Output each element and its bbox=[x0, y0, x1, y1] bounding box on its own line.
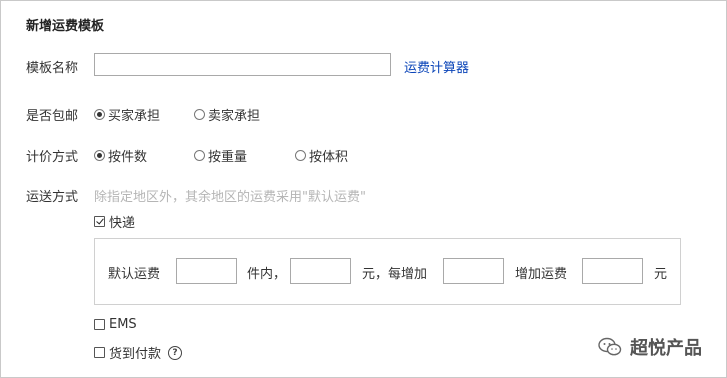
yuan-label: 元 bbox=[654, 267, 668, 282]
shipping-paid-label: 是否包邮 bbox=[26, 109, 79, 124]
express-label: 快递 bbox=[109, 216, 136, 231]
radio-by-volume[interactable]: 按体积 bbox=[295, 146, 348, 165]
yuan-each-add-label: 元，每增加 bbox=[362, 267, 428, 282]
cod-checkbox[interactable] bbox=[94, 347, 105, 358]
add-fee-label: 增加运费 bbox=[515, 267, 568, 282]
radio-button-selected[interactable] bbox=[94, 150, 105, 161]
default-fee-label: 默认运费 bbox=[108, 267, 161, 282]
cod-option[interactable]: 货到付款 ? bbox=[94, 343, 183, 362]
template-name-label: 模板名称 bbox=[26, 61, 79, 76]
express-option[interactable]: 快递 bbox=[94, 212, 135, 231]
shipping-calculator-link[interactable]: 运费计算器 bbox=[404, 57, 469, 76]
additional-fee-input[interactable] bbox=[582, 258, 643, 284]
radio-by-piece[interactable]: 按件数 bbox=[94, 146, 147, 165]
watermark-text: 超悦产品 bbox=[630, 338, 702, 359]
pricing-method-label: 计价方式 bbox=[26, 150, 79, 165]
radio-label: 按体积 bbox=[309, 150, 349, 165]
delivery-method-label: 运送方式 bbox=[26, 190, 79, 205]
express-checkbox[interactable] bbox=[94, 216, 105, 227]
radio-button-selected[interactable] bbox=[94, 109, 105, 120]
radio-seller-pays[interactable]: 卖家承担 bbox=[194, 105, 260, 124]
additional-pieces-input[interactable] bbox=[443, 258, 504, 284]
page-title: 新增运费模板 bbox=[26, 19, 105, 34]
radio-label: 买家承担 bbox=[108, 109, 161, 124]
ems-label: EMS bbox=[109, 317, 137, 332]
radio-buyer-pays[interactable]: 买家承担 bbox=[94, 105, 160, 124]
express-fee-box: 默认运费 件内， 元，每增加 增加运费 元 bbox=[94, 238, 681, 305]
wechat-logo-icon bbox=[598, 337, 622, 356]
shipping-template-panel: 新增运费模板 模板名称 运费计算器 是否包邮 买家承担 卖家承担 计价方式 按件… bbox=[0, 0, 727, 378]
radio-label: 卖家承担 bbox=[208, 109, 261, 124]
radio-label: 按件数 bbox=[108, 150, 148, 165]
pieces-unit-label: 件内， bbox=[247, 267, 287, 282]
radio-by-weight[interactable]: 按重量 bbox=[194, 146, 247, 165]
radio-label: 按重量 bbox=[208, 150, 248, 165]
template-name-input[interactable] bbox=[94, 53, 391, 76]
question-circle-icon[interactable]: ? bbox=[168, 345, 183, 360]
first-fee-input[interactable] bbox=[290, 258, 351, 284]
watermark: 超悦产品 bbox=[598, 334, 702, 360]
radio-button[interactable] bbox=[295, 150, 306, 161]
ems-checkbox[interactable] bbox=[94, 319, 105, 330]
radio-button[interactable] bbox=[194, 109, 205, 120]
radio-button[interactable] bbox=[194, 150, 205, 161]
first-pieces-input[interactable] bbox=[176, 258, 237, 284]
cod-label: 货到付款 bbox=[109, 347, 162, 362]
default-fee-hint: 除指定地区外，其余地区的运费采用"默认运费" bbox=[94, 190, 366, 205]
ems-option[interactable]: EMS bbox=[94, 317, 137, 332]
